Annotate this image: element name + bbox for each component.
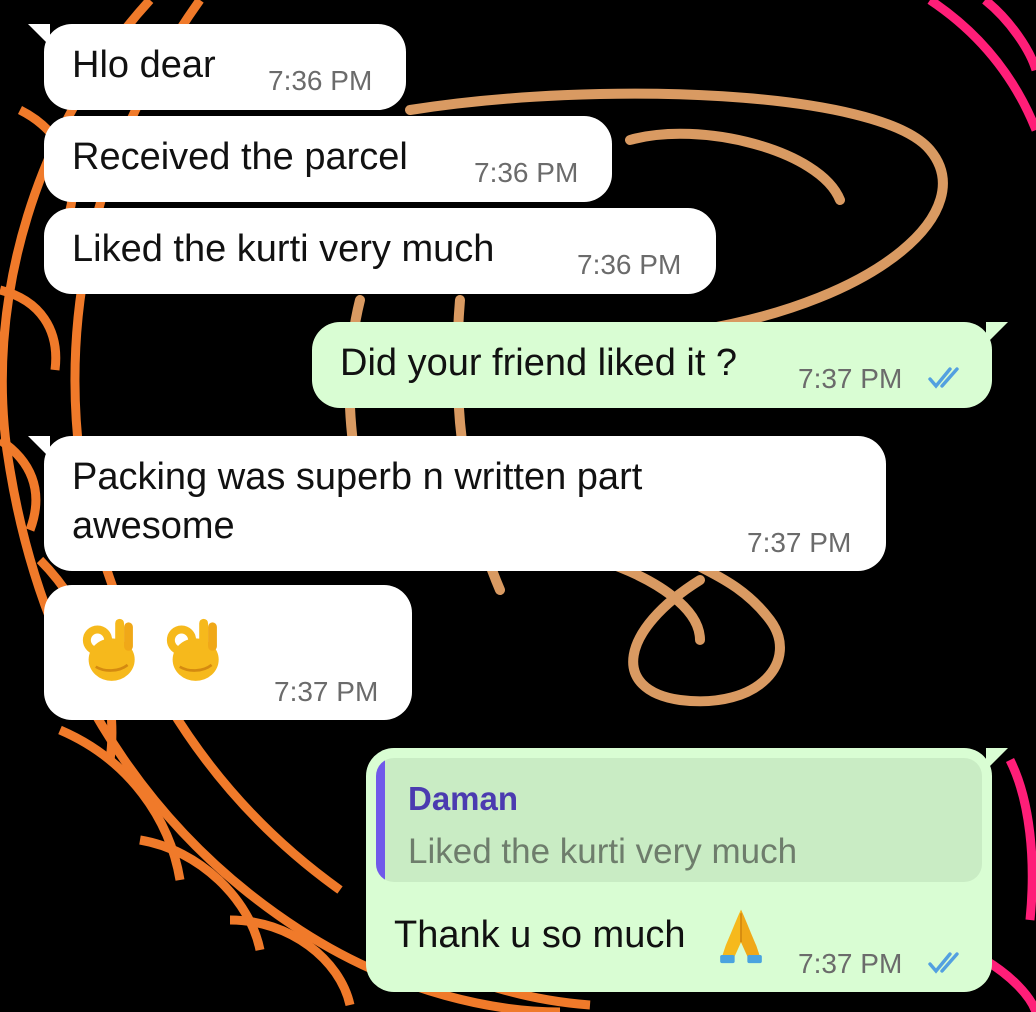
message-time: 7:37 PM	[798, 948, 903, 979]
ok-hand-emoji	[166, 618, 219, 681]
message-text: Received the parcel	[72, 136, 408, 178]
message-time: 7:37 PM	[274, 676, 379, 707]
bubble-tail	[986, 748, 1008, 770]
message-text: Did your friend liked it ?	[340, 342, 738, 384]
quoted-author: Daman	[408, 780, 519, 817]
quote-accent-bar	[376, 758, 385, 882]
message-text: Thank u so much	[394, 914, 686, 956]
message-text-line-1: Packing was superb n written part	[72, 456, 643, 498]
quoted-reply[interactable]: Daman Liked the kurti very much	[376, 758, 982, 882]
message-bubble-incoming[interactable]: 7:37 PM	[44, 585, 412, 720]
message-time: 7:36 PM	[577, 249, 682, 280]
message-bubble-incoming[interactable]: Hlo dear 7:36 PM	[28, 24, 406, 110]
message-text: Liked the kurti very much	[72, 228, 495, 270]
message-bubble-outgoing[interactable]: Daman Liked the kurti very much Thank u …	[366, 748, 1008, 992]
read-ticks-icon	[928, 367, 959, 389]
message-text-line-2: awesome	[72, 505, 235, 547]
message-bubble-incoming[interactable]: Liked the kurti very much 7:36 PM	[44, 208, 716, 294]
message-text: Hlo dear	[72, 44, 216, 86]
message-time: 7:37 PM	[798, 363, 903, 394]
message-time: 7:36 PM	[268, 65, 373, 96]
message-time: 7:36 PM	[474, 157, 579, 188]
message-bubble-incoming[interactable]: Packing was superb n written part awesom…	[28, 436, 886, 571]
folded-hands-emoji	[720, 909, 762, 964]
bubble-tail	[986, 322, 1008, 344]
ok-hand-emoji	[82, 618, 135, 681]
message-time: 7:37 PM	[747, 527, 852, 558]
bubble-tail	[28, 24, 50, 46]
bubble-tail	[28, 436, 50, 458]
message-bubble-incoming[interactable]: Received the parcel 7:36 PM	[44, 116, 612, 202]
message-bubble-outgoing[interactable]: Did your friend liked it ? 7:37 PM	[312, 322, 1008, 408]
read-ticks-icon	[928, 952, 959, 974]
quoted-text: Liked the kurti very much	[408, 832, 798, 871]
